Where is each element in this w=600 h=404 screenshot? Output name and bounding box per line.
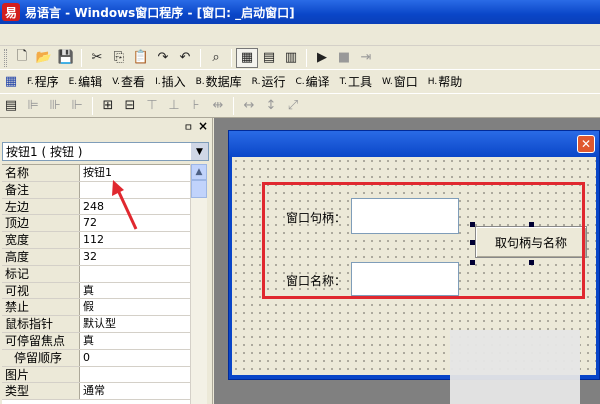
property-row[interactable]: 名称 按钮1 xyxy=(2,165,190,182)
property-scrollbar[interactable]: ▲ xyxy=(190,164,207,404)
title-bar: 易 易语言 - Windows窗口程序 - [窗口: _启动窗口] xyxy=(0,0,600,24)
menu-program[interactable]: F. 程序 xyxy=(22,73,64,90)
form-close-icon[interactable]: ✕ xyxy=(577,135,595,153)
property-panel: ㅁ × 按钮1 ( 按钮 ) ▼ 名称 按钮1 备注 左边 248 顶边 72 宽度 1… xyxy=(0,118,213,404)
overlay-patch xyxy=(450,330,580,404)
find-icon[interactable]: ⌕ xyxy=(205,48,227,68)
center-horizontal-icon[interactable]: ⊞ xyxy=(97,96,119,116)
component-selector[interactable]: 按钮1 ( 按钮 ) ▼ xyxy=(2,142,209,161)
same-width-icon[interactable]: ↔ xyxy=(238,96,260,116)
menu-insert[interactable]: I. 插入 xyxy=(150,73,191,90)
property-row[interactable]: 可停留焦点真 xyxy=(2,332,190,350)
alignment-toolbar: ▤ ⊫ ⊪ ⊩ ⊞ ⊟ ⊤ ⊥ ⊦ ⇹ ↔ ↕ ⤢ xyxy=(0,94,600,118)
menu-view[interactable]: V. 查看 xyxy=(107,73,150,90)
stop-icon[interactable]: ■ xyxy=(333,48,355,68)
align-middle-icon[interactable]: ⊥ xyxy=(163,96,185,116)
undo-icon[interactable]: ↶ xyxy=(174,48,196,68)
menu-run[interactable]: R. 运行 xyxy=(247,73,291,90)
cut-icon[interactable]: ✂ xyxy=(86,48,108,68)
menu-window[interactable]: W. 窗口 xyxy=(377,73,423,90)
menu-app-icon[interactable]: ▦ xyxy=(0,72,22,92)
copy-icon[interactable]: ⎘ xyxy=(108,48,130,68)
open-icon[interactable]: 📂 xyxy=(33,48,55,68)
align-right-icon[interactable]: ⊩ xyxy=(66,96,88,116)
same-size-icon[interactable]: ⤢ xyxy=(282,96,304,116)
standard-toolbar: 🗋 📂 💾 ✂ ⎘ 📋 ↷ ↶ ⌕ ▦ ▤ ▥ ▶ ■ ⇥ xyxy=(0,46,600,70)
app-logo-icon: 易 xyxy=(2,3,20,21)
run-icon[interactable]: ▶ xyxy=(311,48,333,68)
scroll-up-icon[interactable]: ▲ xyxy=(191,164,207,180)
property-row[interactable]: 停留顺序 0 xyxy=(2,349,190,367)
highlight-frame xyxy=(262,182,585,299)
panel-close-icon[interactable]: × xyxy=(198,119,208,133)
space-horizontal-icon[interactable]: ⇹ xyxy=(207,96,229,116)
layout-icon-2[interactable]: ▤ xyxy=(258,48,280,68)
save-icon[interactable]: 💾 xyxy=(55,48,77,68)
layout-icon-1[interactable]: ▦ xyxy=(236,47,258,68)
property-row[interactable]: 鼠标指针 默认型 xyxy=(2,316,190,333)
property-row[interactable]: 标记 xyxy=(2,265,190,283)
align-center-icon[interactable]: ⊪ xyxy=(44,96,66,116)
new-page-icon[interactable]: 🗋 xyxy=(11,48,33,68)
property-row[interactable]: 宽度 112 xyxy=(2,232,190,249)
property-row[interactable]: 顶边 72 xyxy=(2,215,190,233)
align-left-icon[interactable]: ⊫ xyxy=(22,96,44,116)
window-title: 易语言 - Windows窗口程序 - [窗口: _启动窗口] xyxy=(25,5,295,20)
toolbar-grip[interactable] xyxy=(4,48,7,67)
pin-icon[interactable]: ㅁ xyxy=(184,119,193,134)
menu-database[interactable]: B. 数据库 xyxy=(191,73,247,90)
center-vertical-icon[interactable]: ⊟ xyxy=(119,96,141,116)
menu-tools[interactable]: T. 工具 xyxy=(335,73,377,90)
paste-icon[interactable]: 📋 xyxy=(130,48,152,68)
property-row[interactable]: 高度 32 xyxy=(2,248,190,266)
step-icon[interactable]: ⇥ xyxy=(355,48,377,68)
scroll-thumb[interactable] xyxy=(191,180,207,198)
layout-icon-3[interactable]: ▥ xyxy=(280,48,302,68)
menu-help[interactable]: H. 帮助 xyxy=(423,73,468,90)
component-selector-value: 按钮1 ( 按钮 ) xyxy=(6,145,83,159)
menu-bar: ▦ F. 程序 E. 编辑 V. 查看 I. 插入 B. 数据库 R. 运行 C. 编译 T.… xyxy=(0,70,600,94)
property-row[interactable]: 禁止假 xyxy=(2,299,190,317)
property-row[interactable]: 左边 248 xyxy=(2,198,190,216)
panel-header: ㅁ × xyxy=(0,118,212,134)
align-grid-icon[interactable]: ▤ xyxy=(0,96,22,116)
title-strip xyxy=(0,24,600,46)
property-row[interactable]: 类型 通常 xyxy=(2,383,190,401)
align-top-icon[interactable]: ⊤ xyxy=(141,96,163,116)
property-row[interactable]: 备注 xyxy=(2,181,190,199)
form-titlebar xyxy=(229,131,599,157)
chevron-down-icon[interactable]: ▼ xyxy=(191,143,208,160)
redo-icon[interactable]: ↷ xyxy=(152,48,174,68)
align-bottom-icon[interactable]: ⊦ xyxy=(185,96,207,116)
menu-compile[interactable]: C. 编译 xyxy=(290,73,334,90)
same-height-icon[interactable]: ↕ xyxy=(260,96,282,116)
property-row[interactable]: 图片 xyxy=(2,366,190,384)
menu-edit[interactable]: E. 编辑 xyxy=(64,73,108,90)
property-grid: 名称 按钮1 备注 左边 248 顶边 72 宽度 112 高度 32 标记 可视真 禁止… xyxy=(2,164,190,404)
property-row[interactable]: 可视真 xyxy=(2,282,190,300)
